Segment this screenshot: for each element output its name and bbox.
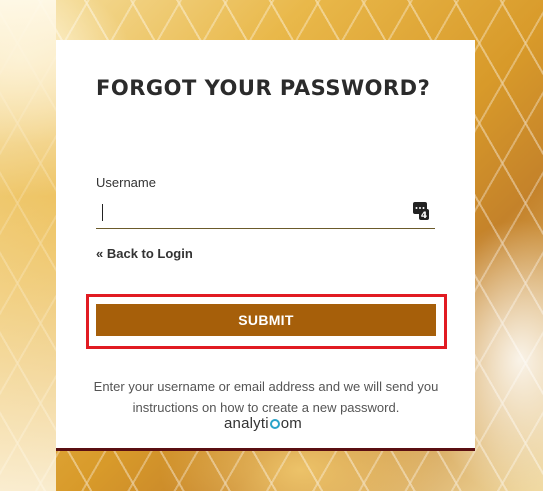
analyticom-logo: analyti om: [224, 415, 302, 432]
submit-button[interactable]: SUBMIT: [96, 304, 436, 336]
logo-c-ring-icon: [269, 419, 280, 429]
forgot-password-card: FORGOT YOUR PASSWORD? Username 4 « Back …: [56, 40, 475, 451]
password-manager-badge: 4: [421, 211, 427, 220]
text-caret: [102, 204, 103, 221]
username-input[interactable]: [96, 196, 435, 228]
background-highlight: [0, 0, 56, 491]
username-label: Username: [96, 175, 156, 190]
logo-text-suffix: om: [280, 415, 303, 432]
password-manager-icon[interactable]: 4: [413, 202, 429, 220]
back-to-login-link[interactable]: « Back to Login: [96, 246, 193, 261]
instructions-text: Enter your username or email address and…: [93, 379, 439, 415]
page-title: FORGOT YOUR PASSWORD?: [96, 76, 431, 100]
logo-text-prefix: analyti: [224, 415, 269, 432]
username-field-wrapper: 4: [96, 196, 435, 229]
